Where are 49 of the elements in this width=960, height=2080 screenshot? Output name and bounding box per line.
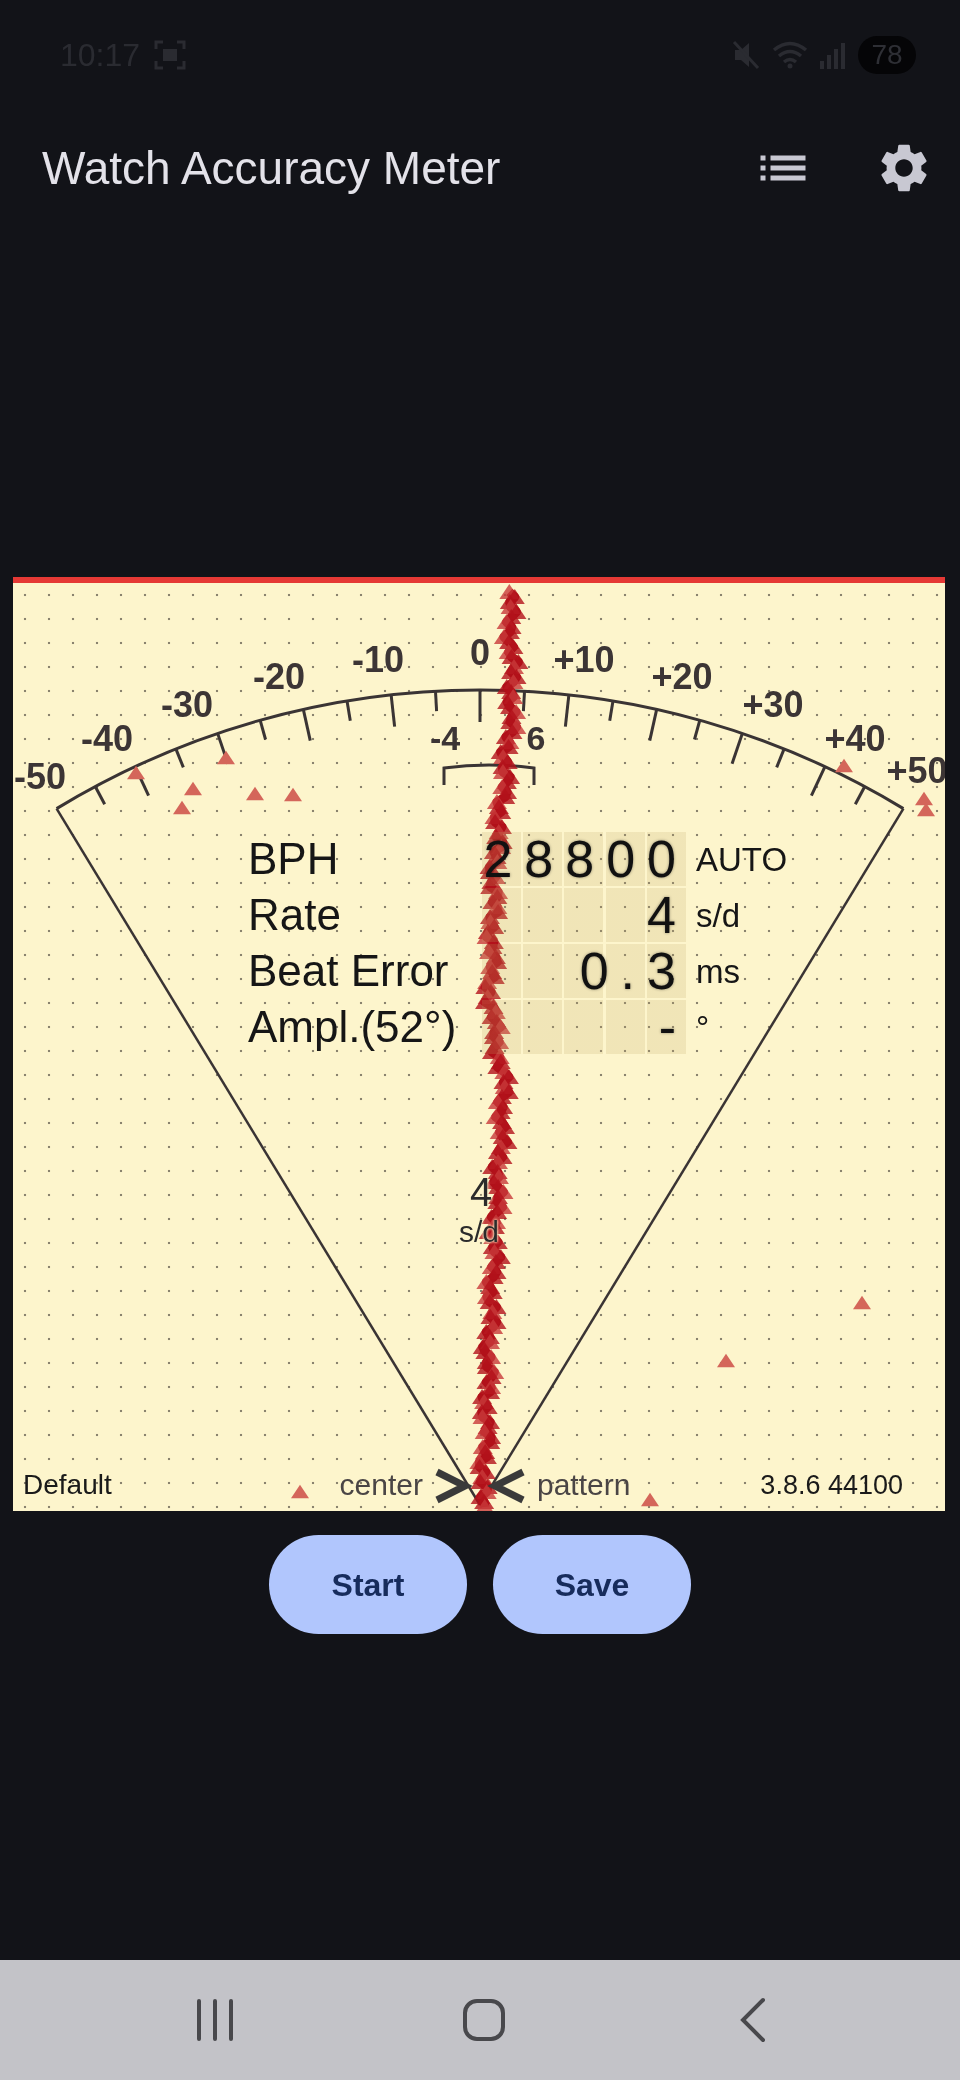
triangle-marker-icon (246, 786, 264, 801)
triangle-marker-icon (173, 800, 191, 815)
signal-icon (820, 41, 846, 69)
readout-label: Rate (248, 889, 342, 941)
pattern-label: pattern (537, 1468, 631, 1502)
readout-label: Beat Error (248, 945, 450, 997)
triangle-marker-icon (284, 787, 302, 802)
scale-label: +30 (742, 683, 804, 725)
triangle-marker-icon (291, 1484, 309, 1499)
readout-unit: AUTO (695, 839, 788, 880)
profile-label: Default (23, 1468, 112, 1502)
range-label: -4 (429, 719, 461, 757)
triangle-marker-icon (127, 765, 145, 780)
triangle-marker-icon (835, 758, 853, 773)
readout-label: Ampl.(52°) (248, 1001, 458, 1053)
readout-unit: ms (695, 951, 741, 992)
screenshot-icon (154, 40, 187, 70)
triangle-marker-icon (217, 750, 235, 765)
readout-value: 0.3 (482, 944, 688, 998)
readout-value: 4 (482, 888, 688, 942)
scale-label: +20 (651, 655, 713, 697)
version-label: 3.8.6 44100 (760, 1469, 903, 1502)
scale-label: -20 (253, 655, 305, 697)
mute-icon (732, 40, 760, 70)
scale-label: +10 (553, 638, 615, 680)
scale-label: -10 (352, 638, 404, 680)
chevron-left-icon (487, 1468, 525, 1504)
chevron-right-icon (435, 1468, 473, 1504)
readout-label: BPH (248, 833, 340, 885)
readout-unit: s/d (695, 895, 742, 936)
triangle-marker-icon (915, 791, 933, 806)
triangle-marker-icon (184, 781, 202, 796)
scale-label: -30 (161, 683, 213, 725)
triangle-marker-icon (853, 1295, 871, 1310)
triangle-marker-icon (917, 802, 935, 817)
scale-label: 0 (470, 631, 490, 673)
triangle-marker-icon (717, 1353, 735, 1368)
action-button[interactable]: Start (269, 1535, 467, 1634)
scale-label: -40 (81, 717, 133, 759)
scale-label: -50 (14, 755, 66, 797)
wifi-icon (772, 41, 808, 69)
center-label: center (339, 1468, 423, 1502)
rate-reading: 4 (469, 1172, 493, 1212)
readout-unit: ° (695, 1007, 711, 1048)
readout-value: - (482, 1000, 688, 1054)
action-button[interactable]: Save (493, 1535, 691, 1634)
range-label: 6 (526, 719, 546, 757)
triangle-marker-icon (641, 1492, 659, 1507)
scale-label: +40 (824, 717, 886, 759)
